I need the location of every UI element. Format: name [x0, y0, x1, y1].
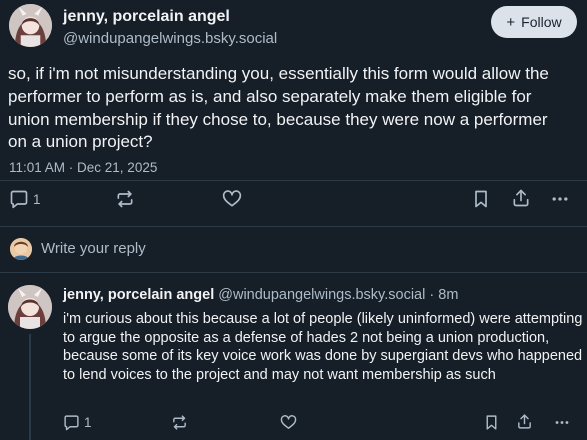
repost-button[interactable]: [171, 414, 188, 431]
heart-icon: [280, 415, 297, 429]
current-user-avatar: [10, 238, 32, 260]
ellipsis-icon: [555, 421, 569, 424]
post-timestamp: 11:01 AM · Dec 21, 2025: [9, 160, 158, 175]
follow-label: Follow: [521, 14, 562, 30]
divider: [0, 226, 587, 227]
speech-bubble-icon: [64, 415, 79, 431]
author-handle[interactable]: @windupangelwings.bsky.social: [63, 30, 277, 47]
plus-icon: +: [506, 13, 516, 31]
avatar-image: [8, 285, 52, 329]
share-button[interactable]: [511, 188, 531, 208]
divider: [0, 180, 587, 181]
bookmark-button[interactable]: [472, 189, 490, 209]
thread-line: [29, 334, 31, 440]
author-avatar[interactable]: [9, 4, 52, 47]
reply-author-avatar[interactable]: [8, 285, 52, 329]
share-upload-icon: [518, 414, 531, 429]
repost-arrows-icon: [117, 190, 133, 208]
ellipsis-icon: [552, 197, 568, 201]
avatar-image: [10, 238, 32, 260]
avatar-image: [9, 4, 52, 47]
reply-text: i'm curious about this because a lot of …: [63, 311, 583, 383]
separator-dot: ·: [429, 287, 435, 303]
divider: [0, 272, 587, 273]
reply-count: 1: [84, 415, 92, 430]
post-text: so, if i'm not misunderstanding you, ess…: [8, 64, 549, 152]
more-options-button[interactable]: [550, 189, 570, 209]
like-button[interactable]: [222, 189, 242, 209]
reply-author-name[interactable]: jenny, porcelain angel: [63, 287, 214, 303]
heart-icon: [222, 190, 242, 207]
repost-button[interactable]: [115, 189, 135, 209]
reply-age: 8m: [438, 287, 459, 303]
speech-bubble-icon: [10, 190, 28, 209]
share-button[interactable]: [516, 413, 533, 430]
reply-header: jenny, porcelain angel @windupangelwings…: [63, 287, 458, 303]
reply-count: 1: [33, 191, 41, 207]
like-button[interactable]: [280, 414, 297, 431]
bookmark-icon: [486, 415, 497, 430]
author-name[interactable]: jenny, porcelain angel: [63, 8, 230, 26]
follow-button[interactable]: + Follow: [491, 6, 577, 38]
bookmark-icon: [475, 190, 487, 208]
share-upload-icon: [513, 189, 529, 207]
reply-button[interactable]: 1: [9, 189, 41, 209]
reply-author-handle[interactable]: @windupangelwings.bsky.social: [218, 287, 425, 303]
more-options-button[interactable]: [553, 414, 571, 431]
reply-button[interactable]: 1: [63, 414, 92, 431]
thread-view: jenny, porcelain angel @windupangelwings…: [0, 0, 587, 440]
bookmark-button[interactable]: [484, 414, 499, 431]
repost-arrows-icon: [173, 415, 186, 430]
write-reply-input[interactable]: Write your reply: [41, 240, 146, 257]
